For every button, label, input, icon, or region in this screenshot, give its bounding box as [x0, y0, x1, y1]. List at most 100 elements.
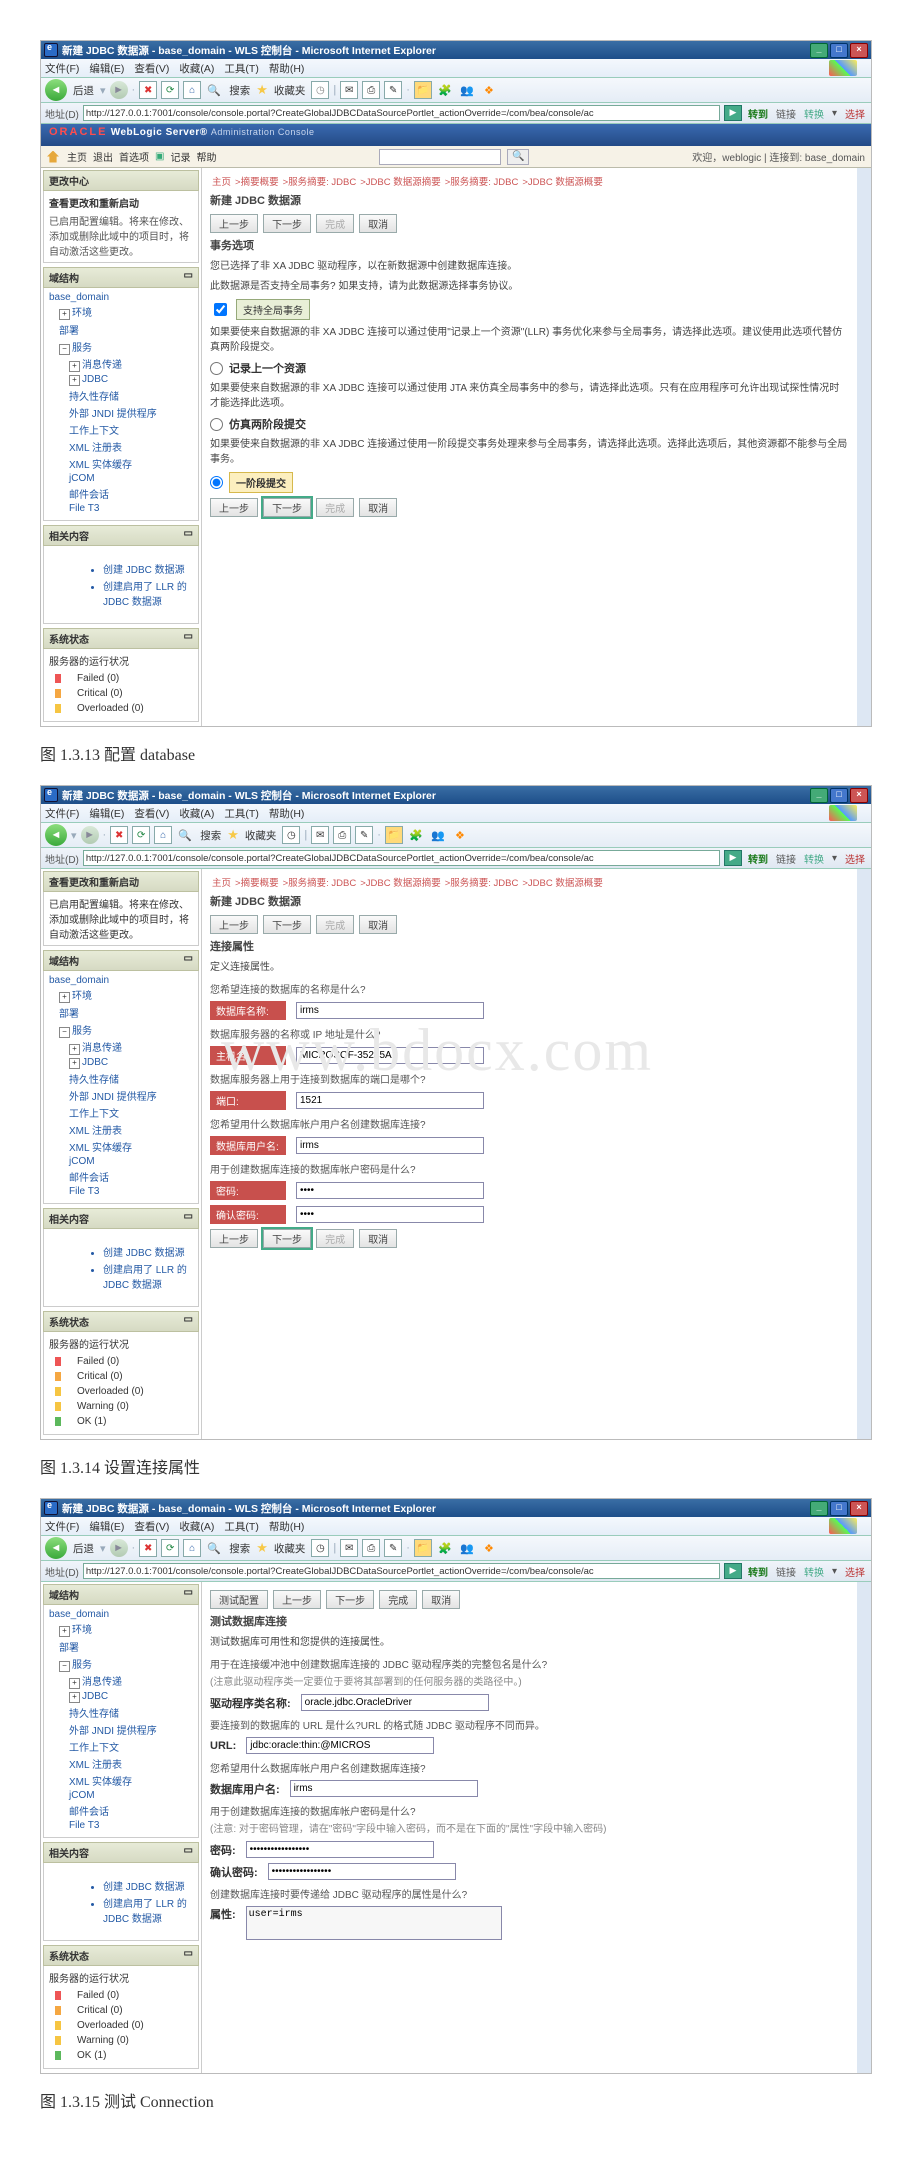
folder-icon[interactable]: 📁 [385, 826, 403, 844]
user-input[interactable] [296, 1137, 484, 1154]
console-search[interactable] [379, 149, 501, 165]
tree-services[interactable]: −服务 +消息传递 +JDBC 持久性存储 外部 JNDI 提供程序 工作上下文… [59, 1655, 193, 1833]
rss-icon[interactable]: ❖ [480, 1539, 498, 1557]
finish-button[interactable]: 完成 [379, 1590, 417, 1609]
collapse-icon[interactable]: ▭ [184, 270, 193, 285]
tree-filet3[interactable]: File T3 [69, 1819, 193, 1832]
pwd2-input[interactable] [268, 1863, 456, 1880]
select-label[interactable]: 选择 [845, 106, 865, 121]
props-textarea[interactable] [246, 1906, 502, 1940]
tree-jndi[interactable]: 外部 JNDI 提供程序 [69, 1087, 193, 1104]
pwd-input[interactable] [296, 1182, 484, 1199]
tree-env[interactable]: +环境 [59, 1620, 193, 1638]
stop-icon[interactable]: ✖ [139, 1539, 157, 1557]
rel-link-2[interactable]: 创建启用了 LLR 的 JDBC 数据源 [103, 1894, 193, 1926]
opt3-radio[interactable] [210, 476, 223, 489]
go-label[interactable]: 转到 [748, 1564, 768, 1579]
forward-icon[interactable]: ► [81, 826, 99, 844]
prev-button[interactable]: 上一步 [273, 1590, 321, 1609]
menu-file[interactable]: 文件(F) [45, 806, 79, 821]
menu-file[interactable]: 文件(F) [45, 61, 79, 76]
address-input[interactable] [83, 105, 720, 121]
back-icon[interactable]: ◄ [45, 1537, 67, 1559]
search-label[interactable]: 搜索 [229, 83, 250, 98]
tree-workctx[interactable]: 工作上下文 [69, 1738, 193, 1755]
cancel-button[interactable]: 取消 [422, 1590, 460, 1609]
driver-input[interactable] [301, 1694, 489, 1711]
tree-workctx[interactable]: 工作上下文 [69, 421, 193, 438]
port-input[interactable] [296, 1092, 484, 1109]
mail-icon[interactable]: ✉ [340, 1539, 358, 1557]
tree-xmlent[interactable]: XML 实体缓存 [69, 1138, 193, 1155]
view-changes[interactable]: 查看更改和重新启动 [49, 874, 139, 889]
edit-icon[interactable]: ✎ [355, 826, 373, 844]
menu-edit[interactable]: 编辑(E) [89, 1519, 124, 1534]
refresh-icon[interactable]: ⟳ [161, 1539, 179, 1557]
links-label[interactable]: 链接 [776, 1564, 796, 1579]
rel-link-1[interactable]: 创建 JDBC 数据源 [103, 560, 193, 577]
swap-label[interactable]: 转换 [804, 851, 824, 866]
rss-icon[interactable]: ❖ [451, 826, 469, 844]
next-button[interactable]: 下一步 [326, 1590, 374, 1609]
tree-env[interactable]: +环境 [59, 303, 193, 321]
print-icon[interactable]: ⎙ [362, 1539, 380, 1557]
back-label[interactable]: 后退 [73, 83, 94, 98]
tree-filet3[interactable]: File T3 [69, 1185, 193, 1198]
fav-icon[interactable]: ★ [227, 827, 239, 843]
forward-icon[interactable]: ► [110, 1539, 128, 1557]
swap-label[interactable]: 转换 [804, 106, 824, 121]
cancel-button[interactable]: 取消 [359, 498, 397, 517]
edit-icon[interactable]: ✎ [384, 1539, 402, 1557]
forward-icon[interactable]: ► [110, 81, 128, 99]
refresh-icon[interactable]: ⟳ [132, 826, 150, 844]
tree-xmlent[interactable]: XML 实体缓存 [69, 1772, 193, 1789]
menu-view[interactable]: 查看(V) [134, 806, 169, 821]
back-label[interactable]: 后退 [73, 1541, 94, 1556]
tree-jdbc[interactable]: +JDBC [69, 1056, 193, 1070]
select-label[interactable]: 选择 [845, 851, 865, 866]
menu-view[interactable]: 查看(V) [134, 61, 169, 76]
msgr-icon[interactable]: 👥 [429, 826, 447, 844]
tree-deploy[interactable]: 部署 [59, 321, 193, 338]
rss-icon[interactable]: ❖ [480, 81, 498, 99]
menu-help[interactable]: 帮助(H) [269, 1519, 305, 1534]
tree-root[interactable]: base_domain [49, 975, 193, 986]
tree-root[interactable]: base_domain [49, 1609, 193, 1620]
go-label[interactable]: 转到 [748, 851, 768, 866]
address-input[interactable] [83, 850, 720, 866]
next-button[interactable]: 下一步 [263, 915, 311, 934]
search-label[interactable]: 搜索 [200, 828, 221, 843]
tree-messaging[interactable]: +消息传递 [69, 1672, 193, 1690]
go-button[interactable]: ▶ [724, 1563, 742, 1579]
cancel-button[interactable]: 取消 [359, 214, 397, 233]
tree-mail[interactable]: 邮件会话 [69, 485, 193, 502]
go-button[interactable]: ▶ [724, 850, 742, 866]
tree-env[interactable]: +环境 [59, 986, 193, 1004]
search-icon[interactable]: 🔍 [205, 81, 223, 99]
opt1-radio[interactable] [210, 362, 223, 375]
top-logout[interactable]: 退出 [93, 149, 113, 164]
tree-xmlreg[interactable]: XML 注册表 [69, 438, 193, 455]
go-button[interactable]: ▶ [724, 105, 742, 121]
prev-button[interactable]: 上一步 [210, 498, 258, 517]
tree-jndi[interactable]: 外部 JNDI 提供程序 [69, 1721, 193, 1738]
rel-link-1[interactable]: 创建 JDBC 数据源 [103, 1877, 193, 1894]
puzzle-icon[interactable]: 🧩 [436, 81, 454, 99]
next-button[interactable]: 下一步 [263, 1229, 311, 1248]
links-label[interactable]: 链接 [776, 106, 796, 121]
stop-icon[interactable]: ✖ [110, 826, 128, 844]
tree-deploy[interactable]: 部署 [59, 1638, 193, 1655]
host-input[interactable] [296, 1047, 484, 1064]
tree-xmlent[interactable]: XML 实体缓存 [69, 455, 193, 472]
menu-help[interactable]: 帮助(H) [269, 61, 305, 76]
rel-link-2[interactable]: 创建启用了 LLR 的 JDBC 数据源 [103, 577, 193, 609]
fav-icon[interactable]: ★ [256, 1540, 268, 1556]
folder-icon[interactable]: 📁 [414, 81, 432, 99]
pwd-input[interactable] [246, 1841, 434, 1858]
links-label[interactable]: 链接 [776, 851, 796, 866]
tree-jcom[interactable]: jCOM [69, 1155, 193, 1168]
cancel-button[interactable]: 取消 [359, 915, 397, 934]
menu-tools[interactable]: 工具(T) [224, 61, 258, 76]
top-home[interactable]: 主页 [67, 149, 87, 164]
puzzle-icon[interactable]: 🧩 [407, 826, 425, 844]
